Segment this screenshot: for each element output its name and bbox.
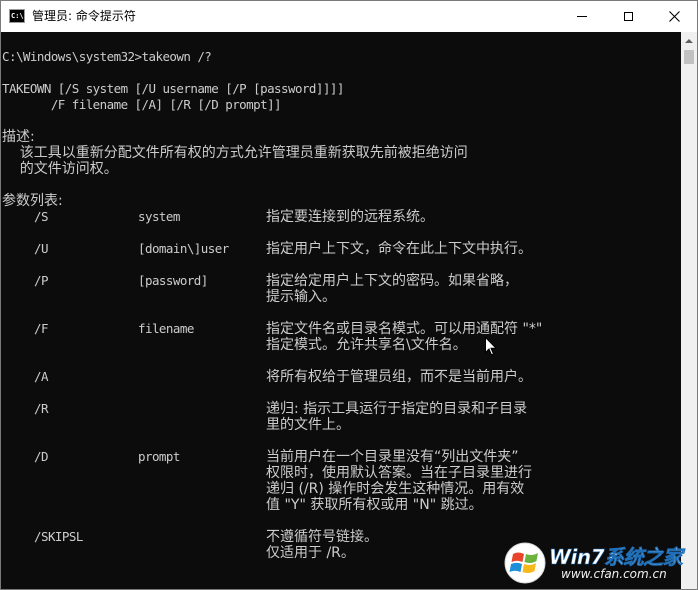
param-desc: 指定用户上下文，命令在此上下文中执行。	[266, 241, 532, 257]
param-flag: /P	[34, 273, 49, 288]
param-arg: prompt	[138, 449, 180, 464]
site-watermark: Win7系统之家 www.cfan.com.cn	[499, 537, 698, 589]
param-flag: /F	[34, 321, 49, 336]
scroll-thumb[interactable]	[684, 50, 694, 64]
description-text: 该工具以重新分配文件所有权的方式允许管理员重新获取先前被拒绝访问	[2, 145, 468, 161]
param-flag: /S	[34, 209, 49, 224]
title-bar[interactable]: C:\ 管理员: 命令提示符	[1, 1, 697, 32]
param-desc: 指定模式。允许共享名\文件名。	[266, 337, 467, 353]
description-text: 的文件访问权。	[2, 161, 118, 177]
usage-line: /F filename [/A] [/R [/D prompt]]	[2, 97, 282, 112]
param-flag: /U	[34, 241, 49, 256]
param-desc: 权限时，使用默认答案。当在子目录里进行	[266, 465, 532, 481]
param-desc: 递归: 指示工具运行于指定的目录和子目录	[266, 401, 528, 417]
minimize-icon	[577, 16, 587, 17]
param-arg: system	[138, 209, 180, 224]
window-title: 管理员: 命令提示符	[32, 9, 136, 23]
param-desc: 将所有权给于管理员组，而不是当前用户。	[266, 369, 532, 385]
windows-logo-icon	[504, 542, 546, 584]
scroll-up-button[interactable]	[681, 32, 697, 49]
mouse-pointer-icon	[485, 337, 497, 356]
param-flag: /SKIPSL	[34, 529, 83, 544]
minimize-button[interactable]	[559, 1, 605, 32]
close-icon	[668, 11, 680, 22]
watermark-url: www.cfan.com.cn	[561, 567, 667, 581]
param-flag: /R	[34, 401, 49, 416]
cmd-app-icon[interactable]: C:\	[9, 9, 25, 23]
param-arg: filename	[138, 321, 194, 336]
param-arg: [password]	[138, 273, 208, 288]
vertical-scrollbar[interactable]	[681, 32, 697, 589]
maximize-button[interactable]	[605, 1, 651, 32]
console-output[interactable]: C:\Windows\system32>takeown /? TAKEOWN […	[1, 32, 681, 589]
param-desc: 值 "Y" 获取所有权或用 "N" 跳过。	[266, 497, 483, 513]
cmd-window: C:\ 管理员: 命令提示符 C:\Windows\system32>takeo…	[0, 0, 698, 590]
prompt-line: C:\Windows\system32>takeown /?	[2, 49, 212, 64]
usage-line: TAKEOWN [/S system [/U username [/P [pas…	[2, 81, 344, 96]
param-desc: 指定给定用户上下文的密码。如果省略，	[266, 273, 518, 289]
description-header: 描述:	[2, 129, 35, 145]
watermark-brand: Win7系统之家	[549, 545, 683, 570]
param-desc: 里的文件上。	[266, 417, 350, 433]
parameters-header: 参数列表:	[2, 193, 63, 209]
param-desc: 指定要连接到的远程系统。	[266, 209, 434, 225]
param-flag: /D	[34, 449, 49, 464]
param-arg: [domain\]user	[138, 241, 229, 256]
maximize-icon	[623, 12, 633, 21]
param-desc: 仅适用于 /R。	[266, 545, 355, 561]
param-desc: 递归 (/R) 操作时会发生这种情况。用有效	[266, 481, 525, 497]
param-desc: 不遵循符号链接。	[266, 529, 378, 545]
param-desc: 当前用户在一个目录里没有“列出文件夹”	[266, 449, 519, 465]
close-button[interactable]	[651, 1, 697, 32]
param-flag: /A	[34, 369, 49, 384]
arrow-up-icon	[685, 38, 693, 43]
param-desc: 提示输入。	[266, 289, 336, 305]
param-desc: 指定文件名或目录名模式。可以用通配符 "*"	[266, 321, 543, 337]
